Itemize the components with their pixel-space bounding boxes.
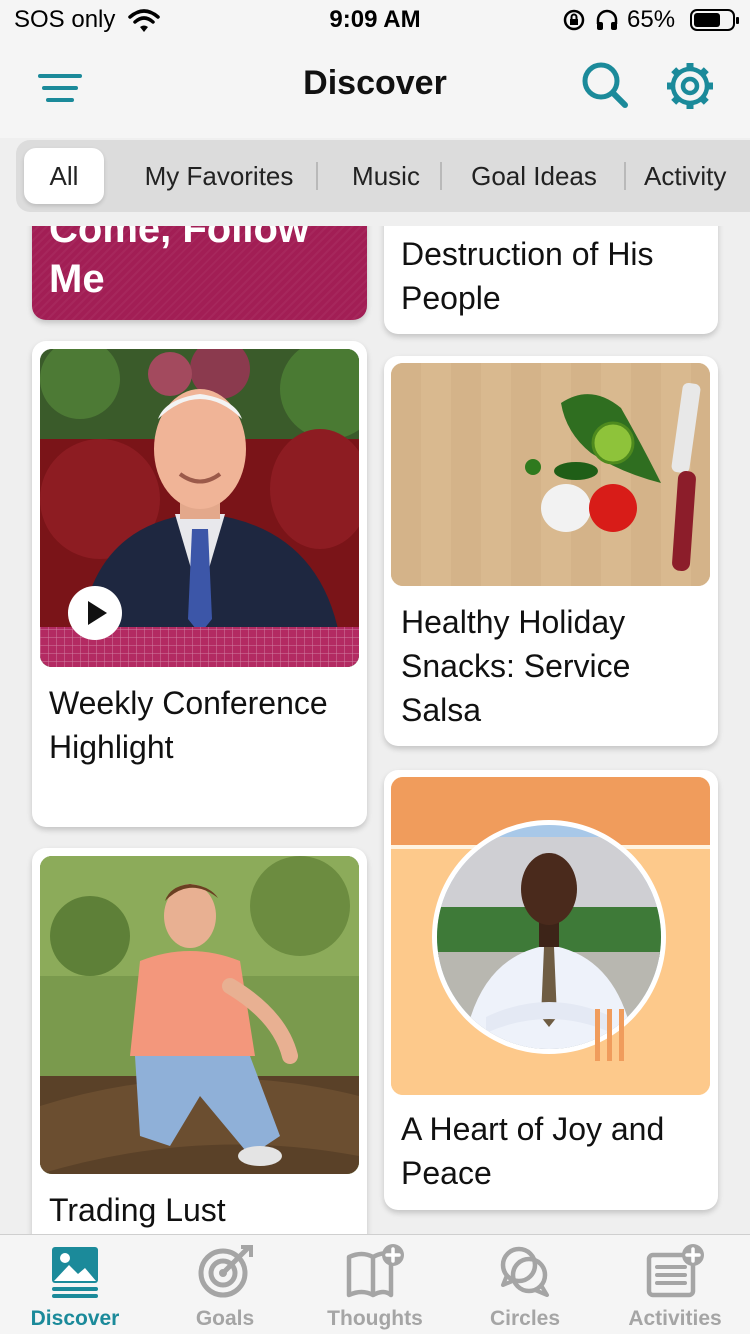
card-trading-lust[interactable]: Trading Lust bbox=[32, 848, 367, 1234]
tabbar-label: Activities bbox=[628, 1307, 722, 1330]
gear-icon[interactable] bbox=[664, 60, 716, 112]
tabbar-discover[interactable]: Discover bbox=[0, 1235, 150, 1334]
tabbar-goals[interactable]: Goals bbox=[150, 1235, 300, 1334]
card-destruction[interactable]: Destruction of His People bbox=[384, 226, 718, 334]
salsa-image bbox=[391, 363, 710, 586]
discover-feed[interactable]: Come, Follow Me Destruction of His Peopl… bbox=[0, 226, 750, 1234]
bottom-tab-bar: Discover Goals Thoughts Circles Activiti… bbox=[0, 1234, 750, 1334]
youth-image bbox=[40, 856, 359, 1174]
rotation-lock-icon bbox=[563, 9, 585, 31]
tab-divider bbox=[440, 162, 442, 190]
tabbar-circles[interactable]: Circles bbox=[450, 1235, 600, 1334]
book-plus-icon bbox=[346, 1244, 404, 1298]
search-icon[interactable] bbox=[580, 60, 630, 110]
play-icon[interactable] bbox=[67, 585, 123, 641]
tab-my-favorites[interactable]: My Favorites bbox=[124, 148, 314, 204]
card-title: A Heart of Joy and Peace bbox=[401, 1111, 665, 1191]
joy-image bbox=[391, 777, 710, 1095]
chat-circles-icon bbox=[500, 1246, 549, 1297]
tab-divider bbox=[316, 162, 318, 190]
card-title: Healthy Holiday Snacks: Service Salsa bbox=[401, 604, 631, 728]
card-title: Destruction of His People bbox=[401, 236, 654, 316]
speaker-image bbox=[40, 349, 359, 667]
card-come-follow-me[interactable]: Come, Follow Me bbox=[32, 226, 367, 320]
tabbar-label: Discover bbox=[30, 1307, 120, 1330]
battery-icon bbox=[690, 9, 739, 31]
image-icon bbox=[52, 1247, 98, 1298]
tabbar-label: Circles bbox=[489, 1307, 561, 1330]
tab-activity[interactable]: Activity bbox=[644, 148, 750, 204]
tab-divider bbox=[624, 162, 626, 190]
youth-sitting-illustration bbox=[40, 856, 359, 1174]
card-title: Weekly Conference Highlight bbox=[49, 685, 328, 765]
tabbar-activities[interactable]: Activities bbox=[600, 1235, 750, 1334]
card-title: Trading Lust bbox=[49, 1192, 226, 1228]
tabbar-thoughts[interactable]: Thoughts bbox=[300, 1235, 450, 1334]
tab-music[interactable]: Music bbox=[330, 148, 442, 204]
battery-percent: 65% bbox=[627, 6, 676, 33]
tabbar-label: Goals bbox=[195, 1307, 255, 1330]
tabbar-label: Thoughts bbox=[327, 1307, 423, 1330]
top-navigation-bar: Discover bbox=[0, 44, 750, 138]
tab-goal-ideas[interactable]: Goal Ideas bbox=[454, 148, 614, 204]
card-heart-of-joy[interactable]: A Heart of Joy and Peace bbox=[384, 770, 718, 1210]
target-icon bbox=[198, 1245, 253, 1298]
card-weekly-conference[interactable]: Weekly Conference Highlight bbox=[32, 341, 367, 827]
status-bar: SOS only 9:09 AM 65% bbox=[0, 0, 750, 44]
come-follow-me-label: Come, Follow Me bbox=[49, 226, 309, 301]
card-healthy-snacks[interactable]: Healthy Holiday Snacks: Service Salsa bbox=[384, 356, 718, 746]
tab-all[interactable]: All bbox=[24, 148, 104, 204]
salsa-ingredients-illustration bbox=[391, 363, 710, 586]
category-tabs: All My Favorites Music Goal Ideas Activi… bbox=[16, 140, 750, 212]
page-title: Discover bbox=[303, 64, 447, 102]
headphones-icon bbox=[596, 9, 618, 30]
list-plus-icon bbox=[646, 1244, 704, 1298]
missionary-illustration bbox=[391, 777, 710, 1095]
